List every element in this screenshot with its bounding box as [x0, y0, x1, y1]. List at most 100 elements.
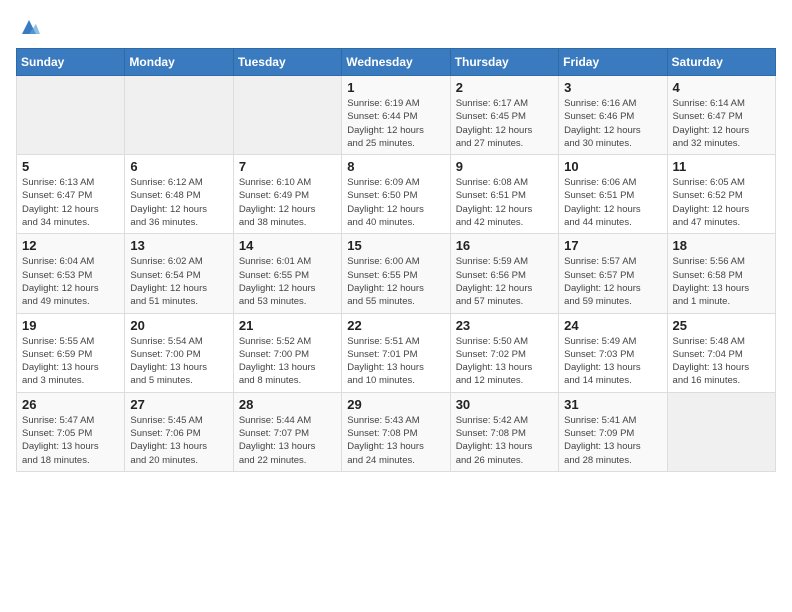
day-number: 28: [239, 397, 336, 412]
weekday-header: Sunday: [17, 49, 125, 76]
calendar-cell: 22 Sunrise: 5:51 AM Sunset: 7:01 PM Dayli…: [342, 313, 450, 392]
weekday-header: Thursday: [450, 49, 558, 76]
day-info: Sunrise: 5:52 AM Sunset: 7:00 PM Dayligh…: [239, 335, 336, 388]
day-info: Sunrise: 5:41 AM Sunset: 7:09 PM Dayligh…: [564, 414, 661, 467]
day-info: Sunrise: 5:43 AM Sunset: 7:08 PM Dayligh…: [347, 414, 444, 467]
day-number: 14: [239, 238, 336, 253]
calendar-cell: 18 Sunrise: 5:56 AM Sunset: 6:58 PM Dayli…: [667, 234, 775, 313]
calendar-cell: [233, 76, 341, 155]
calendar-cell: 6 Sunrise: 6:12 AM Sunset: 6:48 PM Daylig…: [125, 155, 233, 234]
calendar-week-row: 5 Sunrise: 6:13 AM Sunset: 6:47 PM Daylig…: [17, 155, 776, 234]
day-info: Sunrise: 6:01 AM Sunset: 6:55 PM Dayligh…: [239, 255, 336, 308]
day-number: 12: [22, 238, 119, 253]
calendar-cell: 2 Sunrise: 6:17 AM Sunset: 6:45 PM Daylig…: [450, 76, 558, 155]
day-number: 6: [130, 159, 227, 174]
day-info: Sunrise: 6:10 AM Sunset: 6:49 PM Dayligh…: [239, 176, 336, 229]
weekday-header: Monday: [125, 49, 233, 76]
day-number: 25: [673, 318, 770, 333]
day-number: 11: [673, 159, 770, 174]
day-number: 9: [456, 159, 553, 174]
calendar-cell: 24 Sunrise: 5:49 AM Sunset: 7:03 PM Dayli…: [559, 313, 667, 392]
day-info: Sunrise: 6:04 AM Sunset: 6:53 PM Dayligh…: [22, 255, 119, 308]
day-number: 16: [456, 238, 553, 253]
day-number: 23: [456, 318, 553, 333]
calendar-cell: 3Sunrise: 6:16 AM Sunset: 6:46 PM Daylig…: [559, 76, 667, 155]
day-info: Sunrise: 6:12 AM Sunset: 6:48 PM Dayligh…: [130, 176, 227, 229]
calendar-cell: [17, 76, 125, 155]
calendar-week-row: 26 Sunrise: 5:47 AM Sunset: 7:05 PM Dayli…: [17, 392, 776, 471]
calendar-week-row: 1Sunrise: 6:19 AM Sunset: 6:44 PM Daylig…: [17, 76, 776, 155]
logo-icon: [18, 16, 40, 38]
calendar-cell: 28Sunrise: 5:44 AM Sunset: 7:07 PM Dayli…: [233, 392, 341, 471]
calendar-cell: 14 Sunrise: 6:01 AM Sunset: 6:55 PM Dayli…: [233, 234, 341, 313]
day-info: Sunrise: 5:57 AM Sunset: 6:57 PM Dayligh…: [564, 255, 661, 308]
day-number: 18: [673, 238, 770, 253]
day-number: 13: [130, 238, 227, 253]
day-info: Sunrise: 5:49 AM Sunset: 7:03 PM Dayligh…: [564, 335, 661, 388]
page-header: [16, 16, 776, 36]
day-number: 26: [22, 397, 119, 412]
calendar-cell: [125, 76, 233, 155]
day-number: 2: [456, 80, 553, 95]
calendar-cell: 12 Sunrise: 6:04 AM Sunset: 6:53 PM Dayli…: [17, 234, 125, 313]
calendar-cell: 23 Sunrise: 5:50 AM Sunset: 7:02 PM Dayli…: [450, 313, 558, 392]
calendar-cell: 26 Sunrise: 5:47 AM Sunset: 7:05 PM Dayli…: [17, 392, 125, 471]
calendar-cell: 30 Sunrise: 5:42 AM Sunset: 7:08 PM Dayli…: [450, 392, 558, 471]
calendar-cell: 17Sunrise: 5:57 AM Sunset: 6:57 PM Dayli…: [559, 234, 667, 313]
day-number: 7: [239, 159, 336, 174]
day-number: 3: [564, 80, 661, 95]
calendar-table: SundayMondayTuesdayWednesdayThursdayFrid…: [16, 48, 776, 472]
calendar-cell: 4 Sunrise: 6:14 AM Sunset: 6:47 PM Daylig…: [667, 76, 775, 155]
calendar-cell: 13 Sunrise: 6:02 AM Sunset: 6:54 PM Dayli…: [125, 234, 233, 313]
day-number: 15: [347, 238, 444, 253]
day-info: Sunrise: 5:54 AM Sunset: 7:00 PM Dayligh…: [130, 335, 227, 388]
weekday-header: Friday: [559, 49, 667, 76]
day-info: Sunrise: 6:19 AM Sunset: 6:44 PM Dayligh…: [347, 97, 444, 150]
day-number: 8: [347, 159, 444, 174]
day-info: Sunrise: 5:55 AM Sunset: 6:59 PM Dayligh…: [22, 335, 119, 388]
day-info: Sunrise: 6:13 AM Sunset: 6:47 PM Dayligh…: [22, 176, 119, 229]
day-number: 29: [347, 397, 444, 412]
weekday-header: Tuesday: [233, 49, 341, 76]
calendar-cell: 7 Sunrise: 6:10 AM Sunset: 6:49 PM Daylig…: [233, 155, 341, 234]
day-info: Sunrise: 5:50 AM Sunset: 7:02 PM Dayligh…: [456, 335, 553, 388]
day-info: Sunrise: 6:02 AM Sunset: 6:54 PM Dayligh…: [130, 255, 227, 308]
day-info: Sunrise: 5:47 AM Sunset: 7:05 PM Dayligh…: [22, 414, 119, 467]
day-info: Sunrise: 5:45 AM Sunset: 7:06 PM Dayligh…: [130, 414, 227, 467]
day-info: Sunrise: 5:51 AM Sunset: 7:01 PM Dayligh…: [347, 335, 444, 388]
day-number: 4: [673, 80, 770, 95]
day-info: Sunrise: 6:06 AM Sunset: 6:51 PM Dayligh…: [564, 176, 661, 229]
day-number: 22: [347, 318, 444, 333]
day-number: 27: [130, 397, 227, 412]
day-number: 20: [130, 318, 227, 333]
day-info: Sunrise: 6:08 AM Sunset: 6:51 PM Dayligh…: [456, 176, 553, 229]
calendar-cell: 16Sunrise: 5:59 AM Sunset: 6:56 PM Dayli…: [450, 234, 558, 313]
weekday-header: Wednesday: [342, 49, 450, 76]
day-info: Sunrise: 6:05 AM Sunset: 6:52 PM Dayligh…: [673, 176, 770, 229]
calendar-cell: 20 Sunrise: 5:54 AM Sunset: 7:00 PM Dayli…: [125, 313, 233, 392]
calendar-cell: 27 Sunrise: 5:45 AM Sunset: 7:06 PM Dayli…: [125, 392, 233, 471]
day-number: 24: [564, 318, 661, 333]
calendar-cell: 10 Sunrise: 6:06 AM Sunset: 6:51 PM Dayli…: [559, 155, 667, 234]
day-info: Sunrise: 6:17 AM Sunset: 6:45 PM Dayligh…: [456, 97, 553, 150]
day-number: 5: [22, 159, 119, 174]
day-info: Sunrise: 6:14 AM Sunset: 6:47 PM Dayligh…: [673, 97, 770, 150]
day-number: 30: [456, 397, 553, 412]
day-number: 19: [22, 318, 119, 333]
calendar-cell: 25Sunrise: 5:48 AM Sunset: 7:04 PM Dayli…: [667, 313, 775, 392]
calendar-cell: 1Sunrise: 6:19 AM Sunset: 6:44 PM Daylig…: [342, 76, 450, 155]
calendar-cell: 8 Sunrise: 6:09 AM Sunset: 6:50 PM Daylig…: [342, 155, 450, 234]
calendar-week-row: 19 Sunrise: 5:55 AM Sunset: 6:59 PM Dayli…: [17, 313, 776, 392]
day-info: Sunrise: 6:09 AM Sunset: 6:50 PM Dayligh…: [347, 176, 444, 229]
calendar-cell: 21 Sunrise: 5:52 AM Sunset: 7:00 PM Dayli…: [233, 313, 341, 392]
calendar-header-row: SundayMondayTuesdayWednesdayThursdayFrid…: [17, 49, 776, 76]
day-info: Sunrise: 5:56 AM Sunset: 6:58 PM Dayligh…: [673, 255, 770, 308]
day-info: Sunrise: 5:42 AM Sunset: 7:08 PM Dayligh…: [456, 414, 553, 467]
calendar-cell: 11 Sunrise: 6:05 AM Sunset: 6:52 PM Dayli…: [667, 155, 775, 234]
calendar-cell: [667, 392, 775, 471]
day-number: 10: [564, 159, 661, 174]
logo: [16, 16, 40, 36]
day-info: Sunrise: 6:00 AM Sunset: 6:55 PM Dayligh…: [347, 255, 444, 308]
calendar-cell: 5 Sunrise: 6:13 AM Sunset: 6:47 PM Daylig…: [17, 155, 125, 234]
day-number: 21: [239, 318, 336, 333]
